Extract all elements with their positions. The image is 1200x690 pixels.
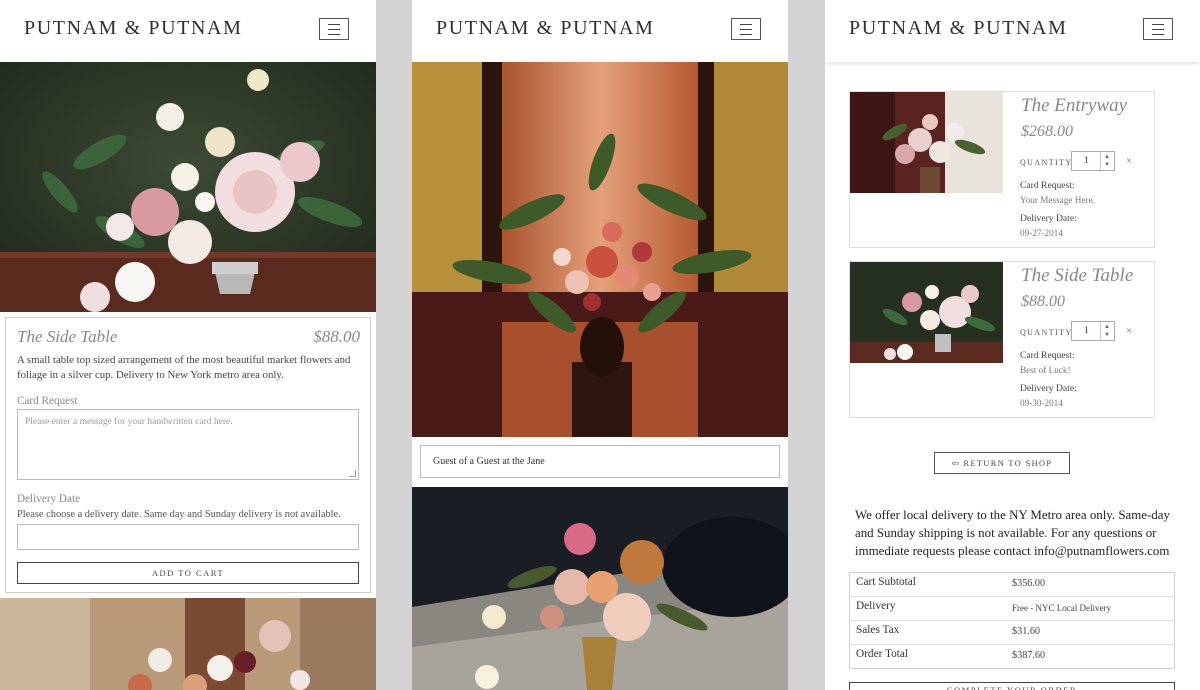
summary-row: Cart Subtotal $356.00 (850, 573, 1174, 597)
summary-value: $387.60 (1012, 650, 1046, 661)
cart-item-title[interactable]: The Entryway (1021, 95, 1127, 117)
quantity-label: QUANTITY (1020, 328, 1073, 337)
resize-handle-icon[interactable] (349, 470, 356, 477)
delivery-date-label: Delivery Date: (1020, 213, 1077, 224)
card-request-label: Card Request (17, 395, 78, 407)
return-to-shop-label: RETURN TO SHOP (963, 459, 1053, 468)
quantity-value: 1 (1084, 156, 1089, 166)
cart-item-title[interactable]: The Side Table (1021, 265, 1133, 287)
order-summary-table: Cart Subtotal $356.00 Delivery Free - NY… (849, 572, 1175, 669)
next-product-photo (0, 598, 376, 690)
site-header: PUTNAM & PUTNAM (825, 0, 1200, 62)
decrement-icon[interactable]: ▼ (1104, 331, 1110, 339)
decrement-icon[interactable]: ▼ (1104, 161, 1110, 169)
menu-button[interactable] (319, 18, 349, 40)
delivery-date-value: 09-30-2014 (1020, 398, 1063, 408)
card-request-input[interactable]: Please enter a message for your handwrit… (17, 409, 359, 480)
card-request-value: Your Message Here. (1020, 195, 1095, 205)
menu-button[interactable] (1143, 18, 1173, 40)
delivery-date-help: Please choose a delivery date. Same day … (17, 509, 341, 520)
cart-item-price: $88.00 (1021, 293, 1065, 310)
delivery-date-value: 09-27-2014 (1020, 228, 1063, 238)
card-request-label: Card Request: (1020, 350, 1075, 361)
remove-item-close-icon[interactable]: × (1126, 155, 1132, 167)
card-request-placeholder: Please enter a message for your handwrit… (25, 417, 233, 427)
summary-label: Delivery (856, 600, 896, 612)
card-request-value: Best of Luck! (1020, 365, 1071, 375)
arrow-left-icon: ⇦ (951, 458, 961, 468)
brand-logo[interactable]: PUTNAM & PUTNAM (436, 17, 654, 40)
product-price: $88.00 (313, 327, 360, 346)
summary-label: Sales Tax (856, 624, 900, 636)
summary-value: $356.00 (1012, 578, 1046, 589)
quantity-stepper[interactable]: 1 ▲ ▼ (1071, 151, 1115, 171)
quantity-stepper[interactable]: 1 ▲ ▼ (1071, 321, 1115, 341)
gallery-photo-1[interactable] (412, 62, 788, 437)
cart-panel: PUTNAM & PUTNAM The Entryway $268.00 QUA… (825, 0, 1200, 690)
remove-item-close-icon[interactable]: × (1126, 325, 1132, 337)
product-description: A small table top sized arrangement of t… (17, 354, 351, 381)
brand-logo[interactable]: PUTNAM & PUTNAM (849, 17, 1067, 40)
summary-label: Cart Subtotal (856, 576, 916, 588)
complete-order-button[interactable]: COMPLETE YOUR ORDER (849, 682, 1175, 690)
site-header: PUTNAM & PUTNAM (0, 0, 376, 62)
delivery-date-label: Delivery Date (17, 493, 81, 505)
hamburger-icon (328, 24, 340, 25)
delivery-date-label: Delivery Date: (1020, 383, 1077, 394)
delivery-info-text: We offer local delivery to the NY Metro … (855, 508, 1170, 558)
delivery-date-input[interactable] (17, 524, 359, 550)
cart-item-price: $268.00 (1021, 123, 1073, 140)
site-header: PUTNAM & PUTNAM (412, 0, 788, 62)
cart-item-photo[interactable] (850, 92, 1003, 193)
summary-row: Delivery Free - NYC Local Delivery (850, 597, 1174, 621)
add-to-cart-button[interactable]: ADD TO CART (17, 562, 359, 584)
cart-item-photo[interactable] (850, 262, 1003, 363)
increment-icon[interactable]: ▲ (1104, 323, 1110, 331)
gallery-panel: PUTNAM & PUTNAM Guest of a Guest at the … (412, 0, 788, 690)
cart-item: The Side Table $88.00 QUANTITY 1 ▲ ▼ × C… (849, 261, 1155, 418)
increment-icon[interactable]: ▲ (1104, 153, 1110, 161)
gallery-caption: Guest of a Guest at the Jane (420, 445, 780, 478)
product-title: The Side Table (17, 327, 118, 346)
return-to-shop-button[interactable]: ⇦ RETURN TO SHOP (934, 452, 1070, 474)
hamburger-icon (1152, 24, 1164, 25)
summary-label: Order Total (856, 648, 909, 660)
product-panel: PUTNAM & PUTNAM The Side Table $88.00 A … (0, 0, 376, 690)
product-card: The Side Table $88.00 A small table top … (5, 317, 371, 593)
summary-row: Order Total $387.60 (850, 645, 1174, 668)
hamburger-icon (740, 24, 752, 25)
summary-row: Sales Tax $31.60 (850, 621, 1174, 645)
product-photo (0, 62, 376, 312)
card-request-label: Card Request: (1020, 180, 1075, 191)
summary-value: $31.60 (1012, 626, 1041, 637)
gallery-photo-2[interactable] (412, 487, 788, 690)
brand-logo[interactable]: PUTNAM & PUTNAM (24, 17, 242, 40)
quantity-value: 1 (1084, 326, 1089, 336)
menu-button[interactable] (731, 18, 761, 40)
cart-item: The Entryway $268.00 QUANTITY 1 ▲ ▼ × Ca… (849, 91, 1155, 248)
summary-value: Free - NYC Local Delivery (1012, 603, 1111, 613)
quantity-label: QUANTITY (1020, 158, 1073, 167)
